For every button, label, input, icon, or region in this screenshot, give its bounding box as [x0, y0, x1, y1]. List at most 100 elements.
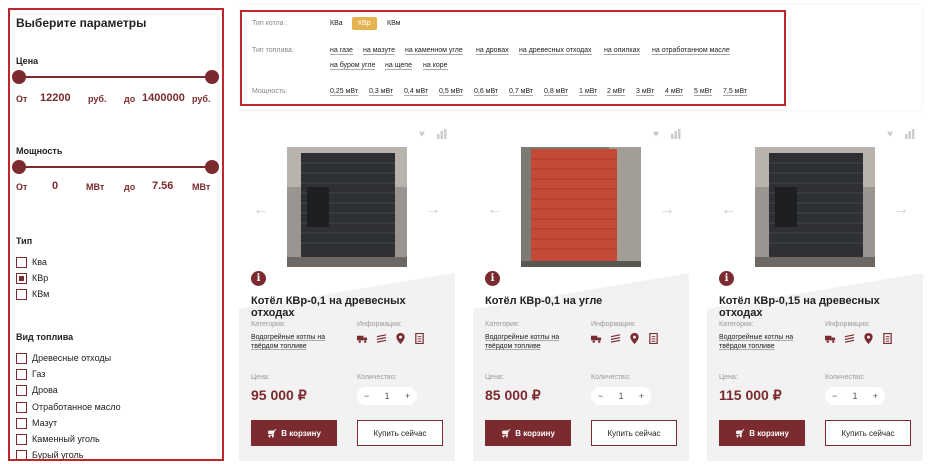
fuel-chip[interactable]: на коре [423, 62, 448, 70]
type-option[interactable]: КВр [16, 271, 48, 285]
power-chip[interactable]: 0,8 мВт [544, 88, 569, 96]
checkbox[interactable] [16, 417, 27, 429]
fuel-chip[interactable]: на древесных отходах [519, 47, 592, 55]
minus-icon[interactable]: − [598, 391, 603, 401]
checkbox[interactable] [16, 352, 27, 364]
power-from-value[interactable]: 0 [52, 180, 58, 192]
add-to-cart-button[interactable]: 🛒︎ В корзину [719, 420, 805, 446]
category-link[interactable]: Водогрейные котлы на твёрдом топливе [251, 333, 351, 351]
product-title[interactable]: Котёл КВр-0,15 на древесных отходах [719, 295, 919, 319]
plus-icon[interactable]: + [873, 391, 878, 401]
fuel-chip[interactable]: на щепе [385, 62, 412, 70]
checkbox[interactable] [16, 401, 27, 413]
power-to-value[interactable]: 7.56 [152, 180, 173, 192]
quantity-value[interactable]: 1 [852, 391, 857, 401]
plus-icon[interactable]: + [405, 391, 410, 401]
price-to-value[interactable]: 1400000 [142, 92, 185, 104]
boiler-type-option[interactable]: КВм [387, 20, 400, 27]
compare-icon[interactable] [671, 129, 681, 139]
checkbox[interactable] [16, 256, 27, 268]
product-photo[interactable] [521, 147, 641, 267]
compare-icon[interactable] [437, 129, 447, 139]
power-chip[interactable]: 3 мВт [636, 88, 655, 96]
quantity-stepper[interactable]: − 1 + [825, 387, 885, 405]
fuel-chip[interactable]: на опилках [604, 47, 640, 55]
power-chip[interactable]: 0,6 мВт [474, 88, 499, 96]
fuel-option[interactable]: Дрова [16, 383, 58, 397]
price-from-value[interactable]: 12200 [40, 92, 71, 104]
prev-arrow-icon[interactable]: ← [253, 201, 269, 219]
product-title[interactable]: Котёл КВр-0,1 на угле [485, 295, 685, 307]
product-card: ♥ ← → i Котёл КВр-0,1 на древесных отход… [239, 123, 455, 461]
checkbox[interactable] [16, 368, 27, 380]
quantity-stepper[interactable]: − 1 + [357, 387, 417, 405]
heart-icon[interactable]: ♥ [419, 129, 425, 140]
type-option[interactable]: Ква [16, 255, 47, 269]
checkbox[interactable] [16, 384, 27, 396]
boiler-type-option[interactable]: КВа [330, 20, 343, 27]
power-chip[interactable]: 0,5 мВт [439, 88, 464, 96]
power-chip[interactable]: 0,7 мВт [509, 88, 534, 96]
fuel-chip[interactable]: на буром угле [330, 62, 376, 70]
fuel-option[interactable]: Мазут [16, 416, 57, 430]
fuel-chip[interactable]: на отработанном масле [652, 47, 730, 55]
power-chip[interactable]: 0,4 мВт [404, 88, 429, 96]
buy-now-button[interactable]: Купить сейчас [591, 420, 677, 446]
fuel-chip[interactable]: на газе [330, 47, 353, 55]
heart-icon[interactable]: ♥ [887, 129, 893, 140]
next-arrow-icon[interactable]: → [425, 201, 441, 219]
product-photo[interactable] [755, 147, 875, 267]
type-option[interactable]: КВм [16, 287, 49, 301]
checkbox-checked[interactable] [16, 272, 27, 284]
power-min-handle[interactable] [12, 160, 26, 174]
plus-icon[interactable]: + [639, 391, 644, 401]
power-chip[interactable]: 2 мВт [607, 88, 626, 96]
add-to-cart-button[interactable]: 🛒︎ В корзину [251, 420, 337, 446]
power-chip[interactable]: 1 мВт [579, 88, 598, 96]
prev-arrow-icon[interactable]: ← [487, 201, 503, 219]
category-link[interactable]: Водогрейные котлы на твёрдом топливе [485, 333, 585, 351]
fuel-chip[interactable]: на каменном угле [405, 47, 463, 55]
checkbox[interactable] [16, 288, 27, 300]
fuel-option[interactable]: Газ [16, 367, 45, 381]
price-slider-track[interactable] [18, 76, 210, 78]
power-chip[interactable]: 5 мВт [694, 88, 713, 96]
info-icon[interactable]: i [485, 271, 500, 286]
product-title[interactable]: Котёл КВр-0,1 на древесных отходах [251, 295, 451, 319]
fuel-option[interactable]: Каменный уголь [16, 432, 100, 446]
price-max-handle[interactable] [205, 70, 219, 84]
buy-now-button[interactable]: Купить сейчас [825, 420, 911, 446]
power-chip[interactable]: 0,3 мВт [369, 88, 394, 96]
minus-icon[interactable]: − [364, 391, 369, 401]
power-slider-track[interactable] [18, 166, 210, 168]
fuel-option[interactable]: Отработанное масло [16, 400, 121, 414]
power-chip[interactable]: 7,5 мВт [723, 88, 748, 96]
next-arrow-icon[interactable]: → [893, 201, 909, 219]
power-chip[interactable]: 4 мВт [665, 88, 684, 96]
quantity-value[interactable]: 1 [618, 391, 623, 401]
quantity-value[interactable]: 1 [384, 391, 389, 401]
next-arrow-icon[interactable]: → [659, 201, 675, 219]
minus-icon[interactable]: − [832, 391, 837, 401]
power-chip[interactable]: 0,25 мВт [330, 88, 359, 96]
info-icon[interactable]: i [719, 271, 734, 286]
add-to-cart-button[interactable]: 🛒︎ В корзину [485, 420, 571, 446]
power-max-handle[interactable] [205, 160, 219, 174]
heart-icon[interactable]: ♥ [653, 129, 659, 140]
fuel-option-label: Отработанное масло [32, 402, 121, 412]
checkbox[interactable] [16, 433, 27, 445]
boiler-type-option-selected[interactable]: КВр [352, 17, 377, 30]
fuel-option[interactable]: Бурый уголь [16, 448, 83, 459]
quantity-stepper[interactable]: − 1 + [591, 387, 651, 405]
category-link[interactable]: Водогрейные котлы на твёрдом топливе [719, 333, 819, 351]
buy-now-button[interactable]: Купить сейчас [357, 420, 443, 446]
fuel-chip[interactable]: на дровах [476, 47, 509, 55]
prev-arrow-icon[interactable]: ← [721, 201, 737, 219]
price-min-handle[interactable] [12, 70, 26, 84]
checkbox[interactable] [16, 449, 27, 459]
fuel-chip[interactable]: на мазуте [363, 47, 395, 55]
compare-icon[interactable] [905, 129, 915, 139]
info-icon[interactable]: i [251, 271, 266, 286]
product-photo[interactable] [287, 147, 407, 267]
fuel-option[interactable]: Древесные отходы [16, 351, 111, 365]
